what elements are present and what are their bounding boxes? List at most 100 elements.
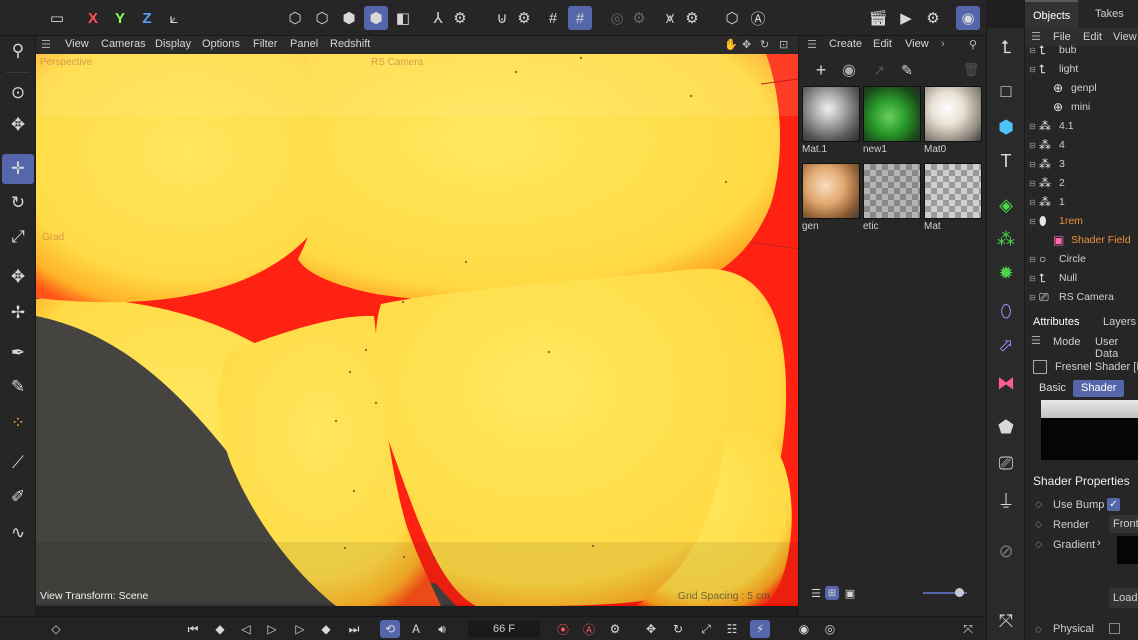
goto-start-icon[interactable]: ⏮: [183, 620, 203, 638]
expand-toggle-icon[interactable]: ⊟: [1029, 250, 1036, 269]
environment-icon[interactable]: ⬟: [990, 412, 1022, 442]
keyframe-icon[interactable]: ◇: [46, 620, 66, 638]
viewport-menu-display[interactable]: Display: [155, 38, 191, 50]
axis-settings-icon[interactable]: ⚙: [448, 6, 472, 30]
attributes-menu-icon[interactable]: ☰: [1031, 334, 1041, 347]
edges-mode-icon[interactable]: ⬡: [310, 6, 334, 30]
search-icon[interactable]: ⚲: [969, 38, 977, 51]
grid-icon[interactable]: #: [541, 6, 565, 30]
clapper-icon[interactable]: 🎬︎: [866, 6, 890, 30]
keyframe-diamond-icon[interactable]: ◇: [1035, 499, 1042, 510]
next-key-icon[interactable]: ◆: [316, 620, 336, 638]
deformer-alt-icon[interactable]: ⬀: [990, 330, 1022, 360]
gradient-preview[interactable]: [1117, 536, 1138, 564]
field-icon[interactable]: ⧓: [990, 368, 1022, 398]
camera-icon[interactable]: ⎚: [990, 448, 1022, 478]
pan-icon[interactable]: ✋: [724, 38, 738, 51]
expand-toggle-icon[interactable]: ⊟: [1029, 269, 1036, 288]
render-settings-clapper-icon[interactable]: ⚙: [921, 6, 945, 30]
attributes-menu-mode[interactable]: Mode: [1053, 336, 1081, 348]
axis-x-lock[interactable]: X: [81, 6, 105, 30]
spline-smooth-icon[interactable]: ∿: [2, 518, 34, 548]
material-menu-view[interactable]: View: [905, 38, 929, 50]
points-mode-icon[interactable]: ⬡: [283, 6, 307, 30]
expand-toggle-icon[interactable]: ⊟: [1029, 117, 1036, 136]
render-settings-icon[interactable]: ⚙: [627, 6, 651, 30]
snap-icon[interactable]: ⊍: [490, 6, 514, 30]
tree-item-genpl[interactable]: ⊕ genpl: [1025, 79, 1138, 98]
play-icon[interactable]: ▷: [262, 620, 282, 638]
workplane-icon[interactable]: ⤧: [990, 606, 1022, 636]
next-frame-icon[interactable]: ▷: [290, 620, 310, 638]
pen-draw-icon[interactable]: ✐: [2, 482, 34, 512]
expand-toggle-icon[interactable]: ⊟: [1029, 174, 1036, 193]
viewport[interactable]: Perspective RS Camera Grad View Transfor…: [36, 54, 798, 606]
eyedropper-icon[interactable]: ✎: [897, 60, 917, 80]
motion-system-icon[interactable]: ◉: [794, 620, 814, 638]
subdivision-icon[interactable]: ◈: [990, 190, 1022, 220]
tree-item-4-1[interactable]: ⊟ ⁂ 4.1: [1025, 117, 1138, 136]
animate-icon[interactable]: Ⓐ: [746, 6, 770, 30]
tab-attributes[interactable]: Attributes: [1025, 310, 1087, 334]
tree-item-3[interactable]: ⊟ ⁂ 3: [1025, 155, 1138, 174]
tab-objects[interactable]: Objects: [1025, 0, 1079, 28]
viewport-menu-view[interactable]: View: [65, 38, 89, 50]
slider-handle[interactable]: [955, 588, 964, 597]
tab-takes[interactable]: Takes: [1087, 0, 1132, 28]
tree-item-shader-field[interactable]: ▣ Shader Field: [1025, 231, 1138, 250]
expand-toggle-icon[interactable]: ⊟: [1029, 155, 1036, 174]
move-icon[interactable]: ✛: [2, 154, 34, 184]
tree-item-null[interactable]: ⊟ ⮤ Null: [1025, 269, 1138, 288]
key-rotation-icon[interactable]: ↻: [668, 620, 688, 638]
brush-icon[interactable]: ⟋: [2, 448, 34, 478]
expand-toggle-icon[interactable]: ⊟: [1029, 193, 1036, 212]
viewport-menu-options[interactable]: Options: [202, 38, 240, 50]
cloner-icon[interactable]: ⁂: [990, 224, 1022, 254]
loop-icon[interactable]: ⟲: [380, 620, 400, 638]
render-dropdown[interactable]: Front: [1109, 515, 1138, 533]
material-new1[interactable]: new1: [863, 86, 921, 158]
material-menu-icon[interactable]: ☰: [807, 38, 817, 51]
coordinate-system-icon[interactable]: ⟀: [162, 6, 186, 30]
prev-key-icon[interactable]: ◆: [210, 620, 230, 638]
select-icon[interactable]: ⊙: [2, 78, 34, 108]
render-view-icon[interactable]: ▶: [894, 6, 918, 30]
subtab-shader[interactable]: Shader: [1073, 380, 1125, 397]
tweak-icon[interactable]: ✥: [2, 110, 34, 140]
subtab-basic[interactable]: Basic: [1031, 380, 1074, 397]
spline-points-icon[interactable]: ⁘: [2, 408, 34, 438]
axis-z-lock[interactable]: Z: [135, 6, 159, 30]
redshift-icon[interactable]: ◉: [956, 6, 980, 30]
scale-icon[interactable]: ⤢: [2, 222, 34, 252]
physical-checkbox[interactable]: [1109, 623, 1120, 634]
viewport-menu-panel[interactable]: Panel: [290, 38, 318, 50]
expand-toggle-icon[interactable]: ⊟: [1029, 136, 1036, 155]
grid-view-icon[interactable]: ⊞: [825, 586, 839, 600]
dolly-icon[interactable]: ✥: [742, 38, 751, 51]
axis-mode-icon[interactable]: ⅄: [426, 6, 450, 30]
dynamic-placement-icon[interactable]: ✢: [2, 298, 34, 328]
tree-item-2[interactable]: ⊟ ⁂ 2: [1025, 174, 1138, 193]
use-bump-checkbox[interactable]: ✓: [1107, 498, 1120, 511]
list-view-icon[interactable]: ☰: [809, 586, 823, 600]
material-menu-create[interactable]: Create: [829, 38, 862, 50]
expand-toggle-icon[interactable]: ⊟: [1029, 212, 1036, 231]
key-position-icon[interactable]: ✥: [641, 620, 661, 638]
tree-item-rs-camera[interactable]: ⊟ ⎚ RS Camera: [1025, 288, 1138, 307]
keyframe-diamond-icon[interactable]: ◇: [1035, 624, 1042, 635]
expand-toggle-icon[interactable]: ⊟: [1029, 288, 1036, 307]
chevron-right-icon[interactable]: ›: [1097, 537, 1101, 549]
load-button[interactable]: Load: [1109, 588, 1138, 608]
attributes-menu-userdata[interactable]: User Data: [1095, 336, 1138, 360]
tree-item-bub[interactable]: ⊟ ⮤ bub: [1025, 41, 1138, 60]
pen-icon[interactable]: ✒: [2, 338, 34, 368]
large-view-icon[interactable]: ▣: [843, 586, 857, 600]
polygons-mode-icon[interactable]: ⬢: [337, 6, 361, 30]
key-param-icon[interactable]: ☷: [722, 620, 742, 638]
material-gen[interactable]: gen: [802, 163, 860, 235]
playback-mode-icon[interactable]: A: [406, 620, 426, 638]
window-icon[interactable]: ▭: [45, 6, 69, 30]
axis-y-lock[interactable]: Y: [108, 6, 132, 30]
viewport-menu-redshift[interactable]: Redshift: [330, 38, 370, 50]
expand-toggle-icon[interactable]: ⊟: [1029, 60, 1036, 79]
